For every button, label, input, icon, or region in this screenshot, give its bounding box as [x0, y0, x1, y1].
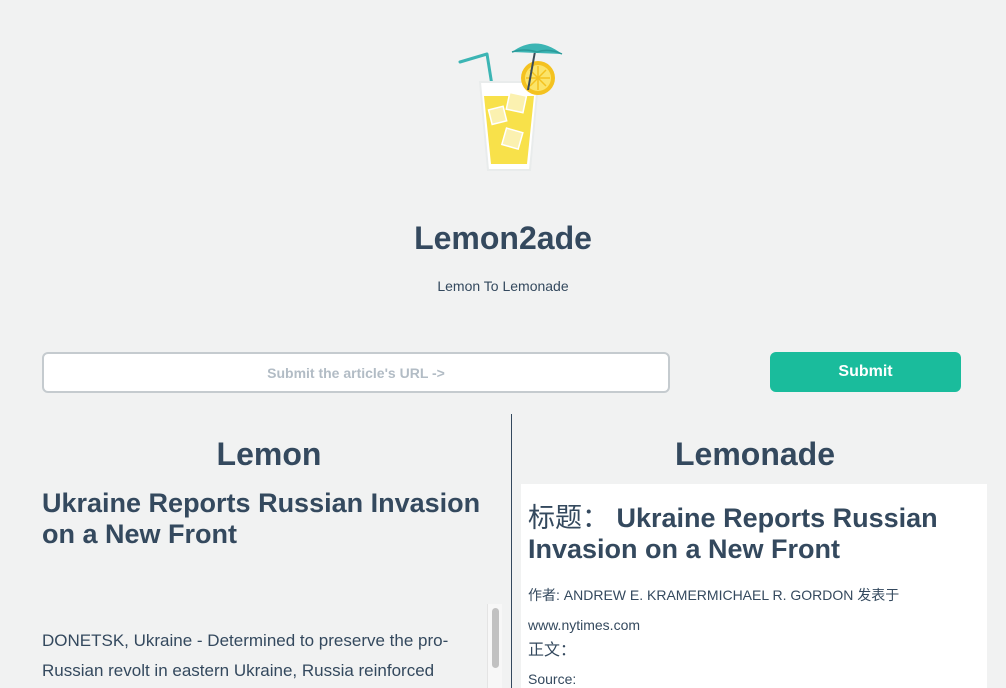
source-site: www.nytimes.com [528, 617, 641, 633]
translated-article-title: 标题： Ukraine Reports Russian Invasion on … [528, 503, 980, 565]
translated-article-pane[interactable]: 标题： Ukraine Reports Russian Invasion on … [521, 484, 987, 688]
source-label: Source: [528, 671, 577, 687]
body-label: 正文： [528, 642, 577, 659]
lemon-heading: Lemon [216, 436, 322, 472]
original-article-body: DONETSK, Ukraine - Determined to preserv… [42, 631, 449, 680]
article-url-input[interactable] [42, 352, 670, 393]
app-tagline: Lemon To Lemonade [437, 278, 569, 294]
original-article-pane[interactable]: Ukraine Reports Russian Invasion on a Ne… [42, 488, 490, 688]
app-title: Lemon2ade [414, 220, 592, 256]
submit-button[interactable]: Submit [770, 352, 961, 392]
title-label: 标题： [528, 503, 609, 533]
original-article-scrollbar[interactable] [487, 604, 502, 688]
lemonade-heading: Lemonade [674, 436, 836, 472]
author-line: 作者: ANDREW E. KRAMERMICHAEL R. GORDON 发表… [528, 587, 900, 603]
original-article-title: Ukraine Reports Russian Invasion on a Ne… [42, 488, 481, 549]
lemonade-glass-icon [458, 43, 563, 171]
scrollbar-thumb[interactable] [492, 608, 499, 668]
column-divider [511, 414, 512, 688]
